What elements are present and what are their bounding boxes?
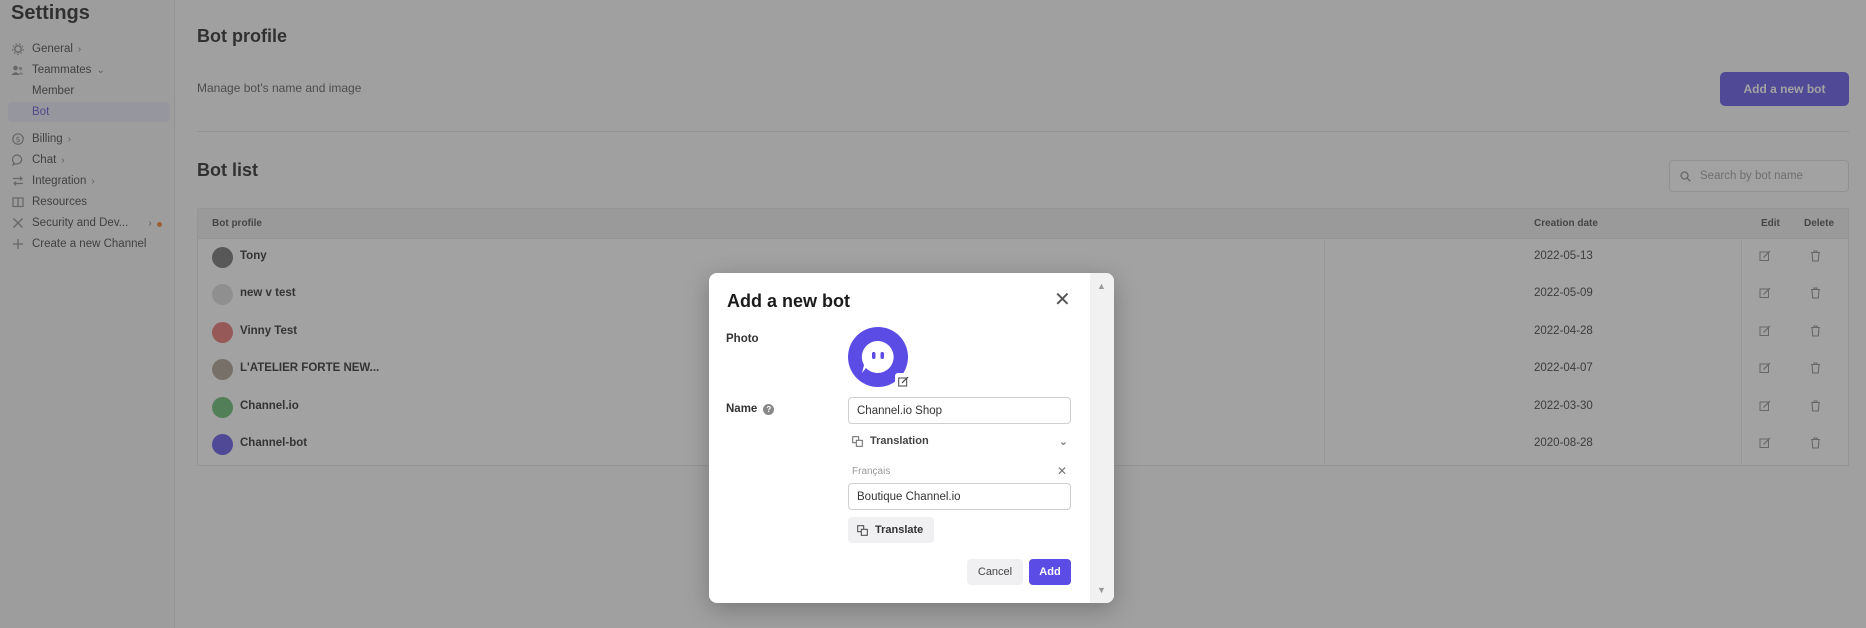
edit-photo-icon[interactable] — [895, 373, 911, 389]
bot-name-value: Channel.io Shop — [857, 404, 943, 417]
translate-icon — [852, 435, 863, 447]
name-label-text: Name — [726, 403, 758, 415]
add-bot-modal: Add a new bot ✕ Photo Name ? Channel.io … — [709, 273, 1114, 603]
add-button[interactable]: Add — [1029, 559, 1071, 585]
photo-label-text: Photo — [726, 333, 759, 345]
cancel-button[interactable]: Cancel — [967, 559, 1023, 585]
help-icon[interactable]: ? — [763, 403, 775, 415]
scroll-down-icon[interactable]: ▼ — [1097, 585, 1106, 595]
translation-toggle[interactable]: Translation ⌄ — [848, 431, 1071, 451]
translation-label: Translation — [870, 435, 929, 447]
close-icon[interactable]: ✕ — [1054, 290, 1071, 310]
modal-scrollbar[interactable]: ▲ ▼ — [1090, 273, 1114, 603]
language-label: Français — [852, 466, 891, 477]
chevron-down-icon: ⌄ — [1058, 435, 1068, 448]
translated-name-input[interactable]: Boutique Channel.io — [848, 483, 1071, 510]
bot-name-input[interactable]: Channel.io Shop — [848, 397, 1071, 424]
name-label: Name ? — [726, 403, 775, 415]
translate-button-label: Translate — [875, 524, 924, 536]
scroll-up-icon[interactable]: ▲ — [1097, 281, 1106, 291]
modal-title: Add a new bot — [727, 291, 850, 311]
translate-icon — [857, 524, 868, 536]
translate-button[interactable]: Translate — [848, 517, 934, 543]
photo-label: Photo — [726, 333, 759, 345]
remove-language-icon[interactable]: ✕ — [1057, 464, 1067, 478]
translated-name-value: Boutique Channel.io — [857, 490, 961, 503]
